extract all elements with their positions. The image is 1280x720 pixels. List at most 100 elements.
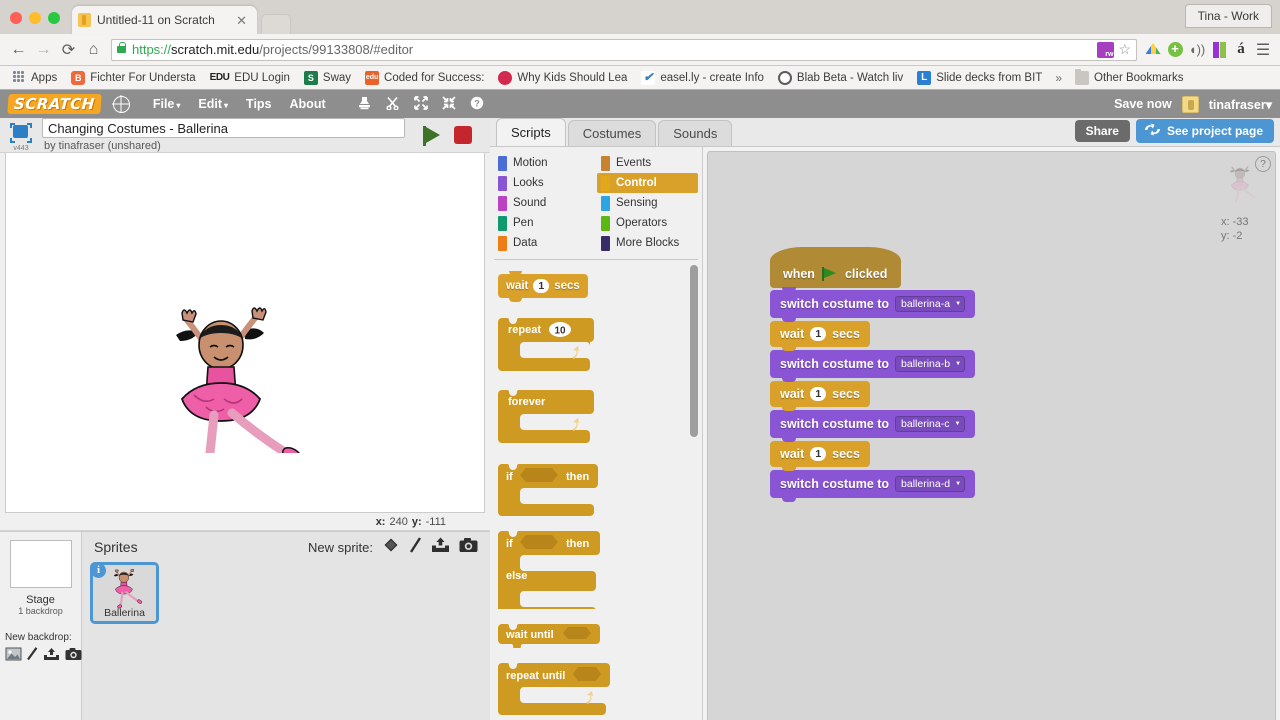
stop-icon[interactable] [454, 126, 472, 144]
wait-seconds-input[interactable]: 1 [810, 327, 827, 341]
camera-icon[interactable] [459, 537, 478, 558]
stage[interactable] [5, 153, 485, 513]
block-switch-costume-a[interactable]: switch costume to ballerina-a [770, 287, 976, 322]
save-now-button[interactable]: Save now [1114, 97, 1172, 111]
minimize-window-button[interactable] [29, 12, 41, 24]
stage-thumbnail[interactable] [9, 540, 72, 588]
palette-scrollbar[interactable] [690, 265, 698, 720]
bookmark-easelly[interactable]: ✔ easel.ly - create Info [634, 70, 771, 85]
category-events[interactable]: Events [597, 153, 698, 173]
language-globe-icon[interactable] [112, 95, 130, 113]
block-switch-costume-c[interactable]: switch costume to ballerina-c [770, 407, 975, 442]
share-button[interactable]: Share [1074, 120, 1130, 142]
browser-tab[interactable]: Untitled-11 on Scratch ✕ [72, 6, 257, 34]
category-motion[interactable]: Motion [494, 153, 595, 173]
bookmark-slide-decks[interactable]: L Slide decks from BIT [910, 70, 1049, 85]
block-wait-1[interactable]: wait 1 secs [770, 318, 870, 351]
upload-icon[interactable] [43, 647, 60, 666]
avatar[interactable] [1181, 95, 1199, 113]
scratch-logo[interactable]: SCRATCH [7, 94, 102, 114]
close-tab-icon[interactable]: ✕ [232, 14, 251, 27]
close-window-button[interactable] [10, 12, 22, 24]
block-wait-2[interactable]: wait 1 secs [770, 378, 870, 411]
reload-icon[interactable]: ⟳ [56, 37, 81, 62]
bookmark-coded-for-success[interactable]: edu Coded for Success: [358, 70, 491, 85]
category-operators[interactable]: Operators [597, 213, 698, 233]
bookmark-apps[interactable]: Apps [6, 71, 64, 84]
costume-dropdown[interactable]: ballerina-b [895, 356, 966, 372]
menu-file[interactable]: File ▾ [144, 97, 190, 111]
other-bookmarks-folder[interactable]: Other Bookmarks [1068, 68, 1190, 85]
category-data[interactable]: Data [494, 233, 595, 253]
menu-edit[interactable]: Edit ▾ [189, 97, 237, 111]
profile-chip[interactable]: Tina - Work [1184, 4, 1272, 28]
block-when-flag-clicked[interactable]: when clicked [770, 247, 902, 292]
bookmarks-overflow-icon[interactable]: » [1049, 71, 1068, 85]
script-stack[interactable]: when clicked switch costume to ballerina… [770, 247, 976, 502]
forward-icon[interactable]: → [31, 37, 56, 62]
wait-seconds-input[interactable]: 1 [810, 387, 827, 401]
bookmark-fichter[interactable]: B Fichter For Understa [64, 70, 202, 85]
speaker-icon[interactable]: ◖)) [1186, 37, 1208, 62]
costume-dropdown[interactable]: ballerina-d [895, 476, 966, 492]
block-switch-costume-d[interactable]: switch costume to ballerina-d [770, 467, 976, 502]
category-pen[interactable]: Pen [494, 213, 595, 233]
category-more-blocks[interactable]: More Blocks [597, 233, 698, 253]
tab-scripts[interactable]: Scripts [496, 118, 566, 146]
wait-seconds-input[interactable]: 1 [810, 447, 827, 461]
category-sound[interactable]: Sound [494, 193, 595, 213]
fullscreen-icon[interactable]: v443 [8, 122, 34, 152]
green-flag-icon[interactable] [423, 126, 440, 146]
menu-icon[interactable]: ☰ [1252, 37, 1274, 62]
menu-about[interactable]: About [281, 97, 335, 111]
new-tab-button[interactable] [261, 14, 291, 34]
costume-dropdown[interactable]: ballerina-a [895, 296, 966, 312]
bars-icon[interactable] [1208, 37, 1230, 62]
username-menu[interactable]: tinafraser▾ [1209, 97, 1272, 112]
wait-seconds-input[interactable]: 1 [533, 279, 550, 293]
help-icon[interactable]: ? [469, 96, 485, 113]
costume-dropdown[interactable]: ballerina-c [895, 416, 965, 432]
bookmark-edu-login[interactable]: EDU EDU Login [203, 72, 297, 84]
paint-icon[interactable] [27, 647, 38, 666]
project-title-input[interactable] [42, 118, 405, 138]
tab-costumes[interactable]: Costumes [567, 120, 657, 146]
bookmark-blab-beta[interactable]: Blab Beta - Watch liv [771, 70, 910, 85]
palette-block-if-else[interactable]: if then else [498, 531, 702, 619]
see-project-page-button[interactable]: See project page [1135, 119, 1274, 143]
category-control[interactable]: Control [597, 173, 698, 193]
category-sensing[interactable]: Sensing [597, 193, 698, 213]
menu-tips[interactable]: Tips [237, 97, 280, 111]
stamp-icon[interactable] [357, 96, 373, 113]
palette-block-repeat[interactable]: repeat 10 [498, 318, 702, 378]
tab-sounds[interactable]: Sounds [658, 120, 733, 146]
library-icon[interactable] [382, 537, 400, 558]
shrink-icon[interactable] [441, 95, 457, 113]
bookmark-sway[interactable]: S Sway [297, 70, 358, 85]
palette-block-wait-until[interactable]: wait until [498, 624, 702, 653]
grow-icon[interactable] [413, 95, 429, 113]
library-icon[interactable] [5, 647, 22, 666]
palette-block-forever[interactable]: forever [498, 390, 702, 450]
paint-icon[interactable] [409, 536, 422, 558]
rw-extension-icon[interactable]: rw [1097, 41, 1115, 58]
scissors-icon[interactable] [385, 96, 401, 113]
palette-scrollbar-thumb[interactable] [690, 265, 698, 437]
address-bar[interactable]: https://scratch.mit.edu/projects/9913380… [111, 38, 1137, 61]
window-traffic-lights[interactable] [0, 12, 70, 34]
upload-icon[interactable] [431, 537, 450, 558]
maximize-window-button[interactable] [48, 12, 60, 24]
bookmark-star-icon[interactable]: ☆ [1118, 41, 1131, 58]
stage-selector[interactable]: Stage 1 backdrop New backdrop: [0, 532, 82, 720]
script-canvas[interactable]: ? x: -33 y: -2 when clicked switch costu… [707, 151, 1276, 720]
bookmark-why-kids-should-learn[interactable]: Why Kids Should Lea [491, 70, 634, 85]
block-wait-3[interactable]: wait 1 secs [770, 438, 870, 471]
back-icon[interactable]: ← [6, 37, 31, 62]
accent-a-icon[interactable]: á [1230, 37, 1252, 62]
category-looks[interactable]: Looks [494, 173, 595, 193]
sprite-card-ballerina[interactable]: i Ballerina [90, 562, 159, 624]
plus-icon[interactable]: + [1164, 37, 1186, 62]
stage-sprite-ballerina[interactable] [146, 303, 306, 453]
camera-icon[interactable] [65, 647, 82, 666]
drive-icon[interactable] [1142, 37, 1164, 62]
